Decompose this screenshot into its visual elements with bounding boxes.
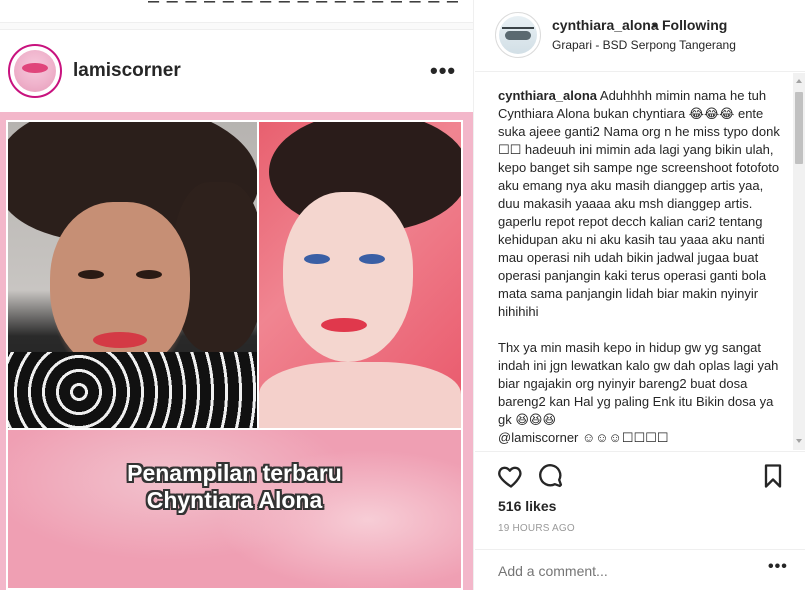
overlay-caption: Penampilan terbaru Chyntiara Alona — [8, 460, 461, 514]
scrollbar-thumb[interactable] — [795, 92, 803, 164]
post-header: cynthiara_alona • Following Grapari - BS… — [475, 0, 805, 72]
username-link[interactable]: cynthiara_alona — [552, 17, 659, 33]
blurred-caption-band: Penampilan terbaru Chyntiara Alona — [8, 430, 461, 588]
overlay-caption-line1: Penampilan terbaru — [127, 460, 342, 486]
comment-bubble-icon[interactable] — [537, 462, 565, 490]
likes-count[interactable]: 516 likes — [498, 498, 556, 514]
caption-paragraph-2: Thx ya min masih kepo in hidup gw yg san… — [498, 340, 783, 427]
caption-author[interactable]: cynthiara_alona — [498, 88, 597, 103]
previous-post-cutoff: – – – – – – – – – – – – – – – – – — [148, 0, 459, 12]
photo-collage: Penampilan terbaru Chyntiara Alona — [6, 120, 463, 590]
photo-right — [259, 122, 461, 428]
caption-paragraph-3: @lamiscorner ☺☺☺☐☐☐☐ — [498, 430, 669, 445]
following-button[interactable]: Following — [662, 17, 727, 33]
lips-logo-icon — [22, 63, 48, 73]
scroll-down-arrow-icon[interactable] — [796, 439, 802, 443]
header-separator: • — [652, 17, 657, 33]
post-divider — [0, 22, 473, 30]
embedded-post-header: lamiscorner ••• — [0, 40, 473, 104]
caption-paragraph-1: Aduhhhh mimin nama he tuh Cynthiara Alon… — [498, 88, 784, 319]
caption-scroll-area[interactable]: cynthiara_alona Aduhhhh mimin nama he tu… — [475, 73, 792, 450]
user-avatar[interactable] — [495, 12, 541, 58]
overlay-caption-line2: Chyntiara Alona — [146, 487, 323, 513]
scroll-up-arrow-icon[interactable] — [796, 79, 802, 83]
heart-icon[interactable] — [497, 462, 525, 490]
post-media-panel: – – – – – – – – – – – – – – – – – lamisc… — [0, 0, 474, 590]
embedded-photo-frame: Penampilan terbaru Chyntiara Alona — [0, 112, 473, 590]
embedded-account-name: lamiscorner — [73, 60, 181, 81]
location-link[interactable]: Grapari - BSD Serpong Tangerang — [552, 38, 736, 52]
post-timestamp[interactable]: 19 HOURS AGO — [498, 523, 575, 534]
caption-scrollbar[interactable] — [793, 73, 805, 450]
more-options-icon[interactable]: ••• — [768, 558, 788, 576]
photo-left — [8, 122, 257, 428]
add-comment-input[interactable] — [498, 563, 738, 579]
post-sidebar: cynthiara_alona • Following Grapari - BS… — [475, 0, 805, 590]
post-actions: 516 likes 19 HOURS AGO ••• — [475, 451, 805, 590]
helicopter-icon — [502, 27, 534, 29]
embedded-more-icon: ••• — [430, 58, 457, 83]
caption-text: cynthiara_alona Aduhhhh mimin nama he tu… — [498, 87, 788, 447]
bookmark-icon[interactable] — [759, 462, 787, 490]
add-comment-row: ••• — [475, 549, 805, 590]
embedded-avatar — [8, 44, 62, 98]
